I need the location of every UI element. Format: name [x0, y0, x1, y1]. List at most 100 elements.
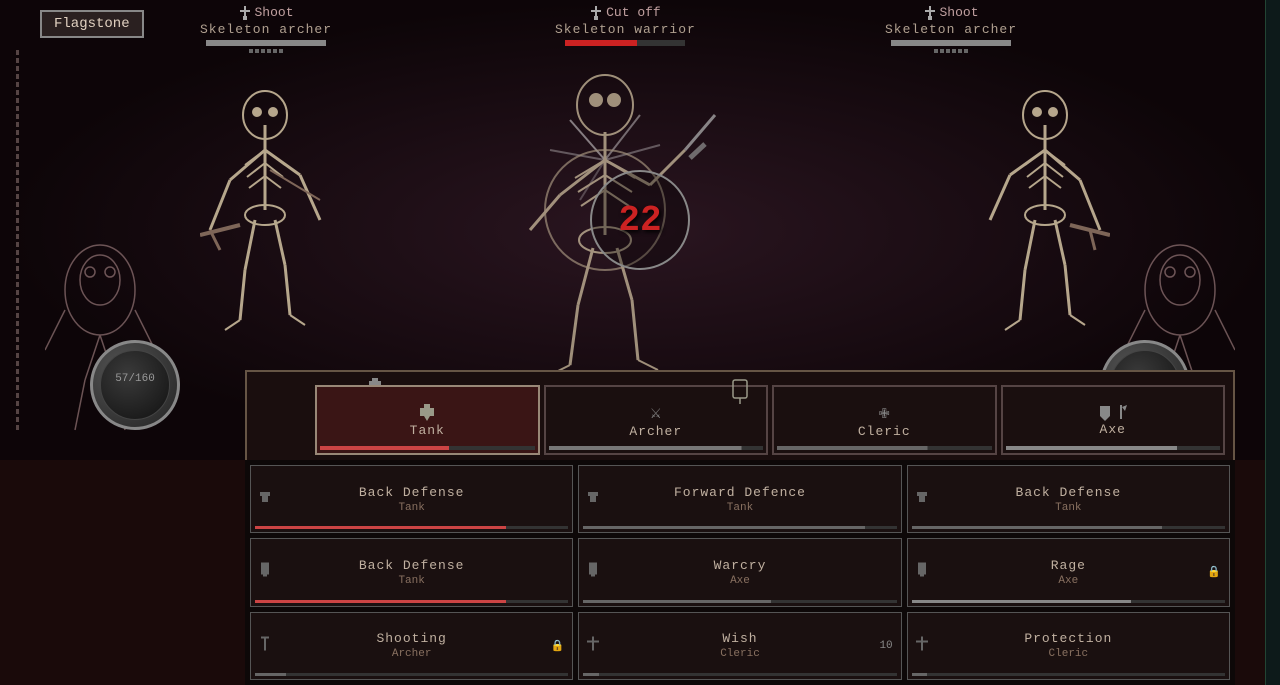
- tab-tank[interactable]: Tank: [315, 385, 540, 455]
- skill-bar-7: [255, 673, 568, 676]
- skill-type-6: Axe: [1058, 575, 1078, 587]
- hp-value-left: 57/160: [101, 351, 169, 385]
- skill-forward-defence[interactable]: Forward Defence Tank: [578, 465, 901, 533]
- skill-type-5: Axe: [730, 575, 750, 587]
- log-panel: [1265, 0, 1280, 685]
- skill-icon-axe-2: [916, 563, 928, 582]
- center-icons: [725, 377, 755, 407]
- skill-name-8: Wish: [722, 631, 757, 648]
- left-scroll-decoration: [5, 50, 30, 430]
- tab-cleric-label: Cleric: [858, 424, 911, 439]
- enemy-name-center: Skeleton warrior: [555, 22, 696, 37]
- skill-bar-fill-4: [255, 600, 506, 603]
- skill-icon-tank-1: [259, 490, 271, 508]
- skill-icon-tank-3: [916, 490, 928, 508]
- skill-type-2: Tank: [727, 502, 753, 514]
- sword-icon-center: [590, 6, 602, 20]
- enemy-health-bar-center: [565, 40, 685, 46]
- skeleton-archer-right: [980, 80, 1110, 330]
- skill-icon-cleric-1: [587, 636, 599, 655]
- archer-bar: [549, 446, 764, 450]
- archer-tab-icon: ⚔: [650, 402, 661, 424]
- skill-name-7: Shooting: [376, 631, 446, 648]
- skill-bar-fill-8: [583, 673, 599, 676]
- skill-icon-tank-4: [259, 563, 271, 582]
- badge-wish: 10: [879, 640, 892, 652]
- skill-name-3: Back Defense: [1016, 485, 1122, 502]
- axe-icon-tab: [1114, 404, 1128, 422]
- enemy-action-right: Shoot: [885, 5, 1017, 20]
- action-bar: 16 Tank ⚔ Archer ✙ Cleric: [245, 370, 1235, 470]
- hp-orb-left: 57/160: [90, 340, 180, 430]
- enemy-health-fill-left: [206, 40, 326, 46]
- enemy-action-left: Shoot: [200, 5, 332, 20]
- enemy-action-text-right: Shoot: [940, 5, 979, 20]
- skill-warcry[interactable]: Warcry Axe: [578, 538, 901, 606]
- skills-panel: Back Defense Tank Forward Defence Tank B…: [245, 460, 1235, 685]
- axe-icons: [1098, 404, 1128, 422]
- enemy-card-center: Cut off Skeleton warrior: [555, 5, 696, 49]
- enemy-health-dots-right: [885, 49, 1017, 53]
- enemy-card-left: Shoot Skeleton archer: [200, 5, 332, 53]
- battle-number: 22: [590, 170, 690, 270]
- lock-icon-rage: 🔒: [1207, 565, 1221, 579]
- skill-back-defense-1[interactable]: Back Defense Tank: [250, 465, 573, 533]
- skill-icon-archer: [259, 636, 271, 655]
- cleric-tab-icon: ✙: [879, 402, 890, 424]
- shield-icon-tab: [1098, 404, 1112, 422]
- tank-tab-icon: [417, 403, 437, 423]
- axe-bar: [1006, 446, 1221, 450]
- skill-bar-fill-9: [912, 673, 928, 676]
- location-name: Flagstone: [54, 16, 130, 32]
- enemy-action-center: Cut off: [555, 5, 696, 20]
- skill-bar-2: [583, 526, 896, 529]
- skill-type-9: Cleric: [1049, 648, 1089, 660]
- skill-type-8: Cleric: [720, 648, 760, 660]
- skill-bar-3: [912, 526, 1225, 529]
- skill-shooting[interactable]: Shooting Archer 🔒: [250, 612, 573, 680]
- skill-icon-axe-1: [587, 563, 599, 582]
- skill-type-7: Archer: [392, 648, 432, 660]
- cleric-bar: [777, 446, 992, 450]
- tab-axe[interactable]: Axe: [1001, 385, 1226, 455]
- sword-icon-right: [924, 6, 936, 20]
- skill-bar-fill-2: [583, 526, 865, 529]
- skill-bar-fill-6: [912, 600, 1131, 603]
- skill-type-4: Tank: [398, 575, 424, 587]
- lock-icon-shooting: 🔒: [551, 639, 565, 653]
- tab-tank-label: Tank: [410, 423, 445, 438]
- tab-axe-label: Axe: [1100, 422, 1126, 437]
- skill-bar-9: [912, 673, 1225, 676]
- tab-archer-label: Archer: [629, 424, 682, 439]
- skill-wish[interactable]: Wish Cleric 10: [578, 612, 901, 680]
- enemy-health-fill-center: [565, 40, 637, 46]
- hp-orb-inner-left: 57/160: [100, 350, 170, 420]
- skill-protection[interactable]: Protection Cleric: [907, 612, 1230, 680]
- shield-sword-icon: [725, 377, 755, 407]
- tank-bar: [320, 446, 535, 450]
- skill-name-9: Protection: [1024, 631, 1112, 648]
- skill-bar-6: [912, 600, 1225, 603]
- skill-type-1: Tank: [398, 502, 424, 514]
- tab-cleric[interactable]: ✙ Cleric: [772, 385, 997, 455]
- skill-name-6: Rage: [1051, 558, 1086, 575]
- skill-name-1: Back Defense: [359, 485, 465, 502]
- sword-icon-left: [239, 6, 251, 20]
- enemy-health-bar-left: [206, 40, 326, 46]
- skill-bar-1: [255, 526, 568, 529]
- skill-back-defense-2[interactable]: Back Defense Tank: [907, 465, 1230, 533]
- skill-back-defense-3[interactable]: Back Defense Tank: [250, 538, 573, 606]
- enemy-health-fill-right: [891, 40, 1011, 46]
- skeleton-archer-left: [200, 80, 330, 330]
- battle-number-value: 22: [618, 200, 661, 241]
- enemy-action-text-center: Cut off: [606, 5, 661, 20]
- enemy-health-dots-left: [200, 49, 332, 53]
- skill-bar-5: [583, 600, 896, 603]
- skill-bar-fill-3: [912, 526, 1163, 529]
- skill-icon-cleric-2: [916, 636, 928, 655]
- skill-rage[interactable]: Rage Axe 🔒: [907, 538, 1230, 606]
- enemy-health-bar-right: [891, 40, 1011, 46]
- enemy-card-right: Shoot Skeleton archer: [885, 5, 1017, 53]
- skill-bar-4: [255, 600, 568, 603]
- skill-name-2: Forward Defence: [674, 485, 806, 502]
